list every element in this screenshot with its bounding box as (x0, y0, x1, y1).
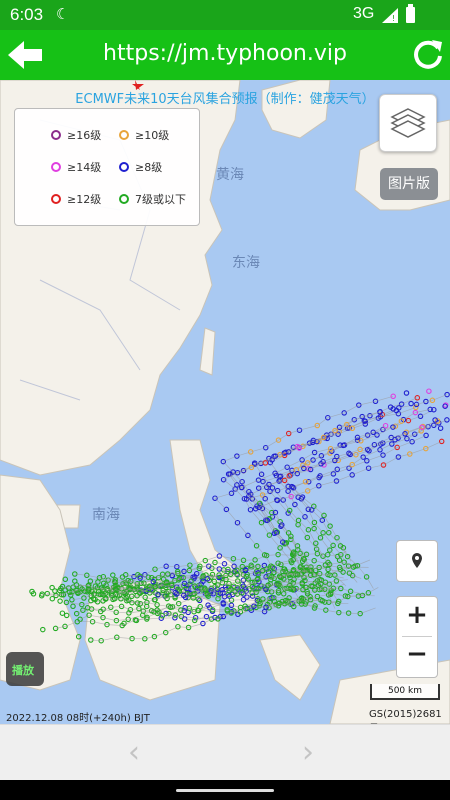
refresh-icon[interactable] (412, 38, 444, 70)
sulawesi (259, 634, 321, 701)
browser-toolbar: https://jm.typhoon.vip (0, 30, 450, 80)
legend-label: ≥14级 (67, 161, 102, 174)
battery-icon (406, 4, 415, 23)
legend-swatch (119, 130, 129, 140)
status-bar: 6:03 ☾ 3G ! (0, 0, 450, 30)
nav-forward-button[interactable]: › (302, 735, 314, 770)
typhoon-map[interactable]: ECMWF未来10天台风集合预报（制作：健茂天气） ≥16级 ≥10级 ≥14级… (0, 80, 450, 724)
signal-icon: ! (382, 8, 398, 23)
track-line (269, 394, 448, 562)
zoom-divider (402, 636, 432, 637)
layers-button[interactable] (379, 94, 437, 152)
locate-button[interactable] (396, 540, 438, 582)
track-point (426, 388, 432, 394)
forecast-time: 2022.12.08 08时(+240h) BJT (6, 713, 150, 724)
map-copyright: GS(2015)2681号 (369, 709, 442, 720)
image-version-button[interactable]: 图片版 (380, 168, 438, 200)
gesture-bar (0, 780, 450, 800)
legend-item: ≥12级 (51, 191, 101, 207)
track-point (62, 576, 69, 583)
east-sea-label: 东海 (232, 255, 260, 271)
zoom-out-button[interactable]: − (397, 639, 437, 669)
nav-back-button[interactable]: ‹ (128, 735, 140, 770)
legend-item: ≥10级 (119, 127, 169, 143)
legend-swatch (119, 162, 129, 172)
play-button[interactable]: 播放 (6, 652, 44, 686)
legend-swatch (51, 194, 61, 204)
zoom-in-button[interactable]: + (397, 600, 437, 630)
location-pin-icon (412, 553, 422, 568)
url-text: https://jm.typhoon.vip (103, 41, 347, 66)
bottom-navigation: ‹ › (0, 724, 450, 781)
network-type: 3G (353, 5, 375, 22)
moon-icon: ☾ (56, 6, 70, 23)
legend-label: 7级或以下 (135, 193, 186, 206)
track-point (437, 425, 444, 431)
legend-item: ≥14级 (51, 159, 101, 175)
south-sea-label: 南海 (92, 507, 120, 523)
scale-bar: 500 km (370, 684, 440, 700)
track-line (229, 407, 416, 579)
legend-label: ≥12级 (67, 193, 102, 206)
legend-swatch (51, 162, 61, 172)
svg-text:!: ! (392, 14, 395, 23)
legend-label: ≥8级 (135, 161, 163, 174)
track-point (403, 390, 410, 396)
legend: ≥16级 ≥10级 ≥14级 ≥8级 ≥12级 7级或以下 (14, 108, 200, 226)
legend-item: 7级或以下 (119, 191, 186, 207)
yellow-sea-label: 黄海 (216, 167, 244, 183)
zoom-control: + − (396, 596, 438, 678)
gesture-pill (176, 789, 274, 792)
play-label: 播放 (12, 664, 34, 677)
layers-icon (390, 108, 426, 138)
legend-swatch (119, 194, 129, 204)
taiwan (199, 327, 216, 376)
status-time: 6:03 (10, 5, 44, 24)
track-point (110, 572, 116, 578)
legend-label: ≥16级 (67, 129, 102, 142)
legend-label: ≥10级 (135, 129, 170, 142)
back-arrow-icon[interactable] (8, 39, 42, 71)
legend-item: ≥8级 (119, 159, 162, 175)
track-point (438, 438, 445, 445)
legend-swatch (51, 130, 61, 140)
legend-item: ≥16级 (51, 127, 101, 143)
track-point (70, 603, 76, 610)
